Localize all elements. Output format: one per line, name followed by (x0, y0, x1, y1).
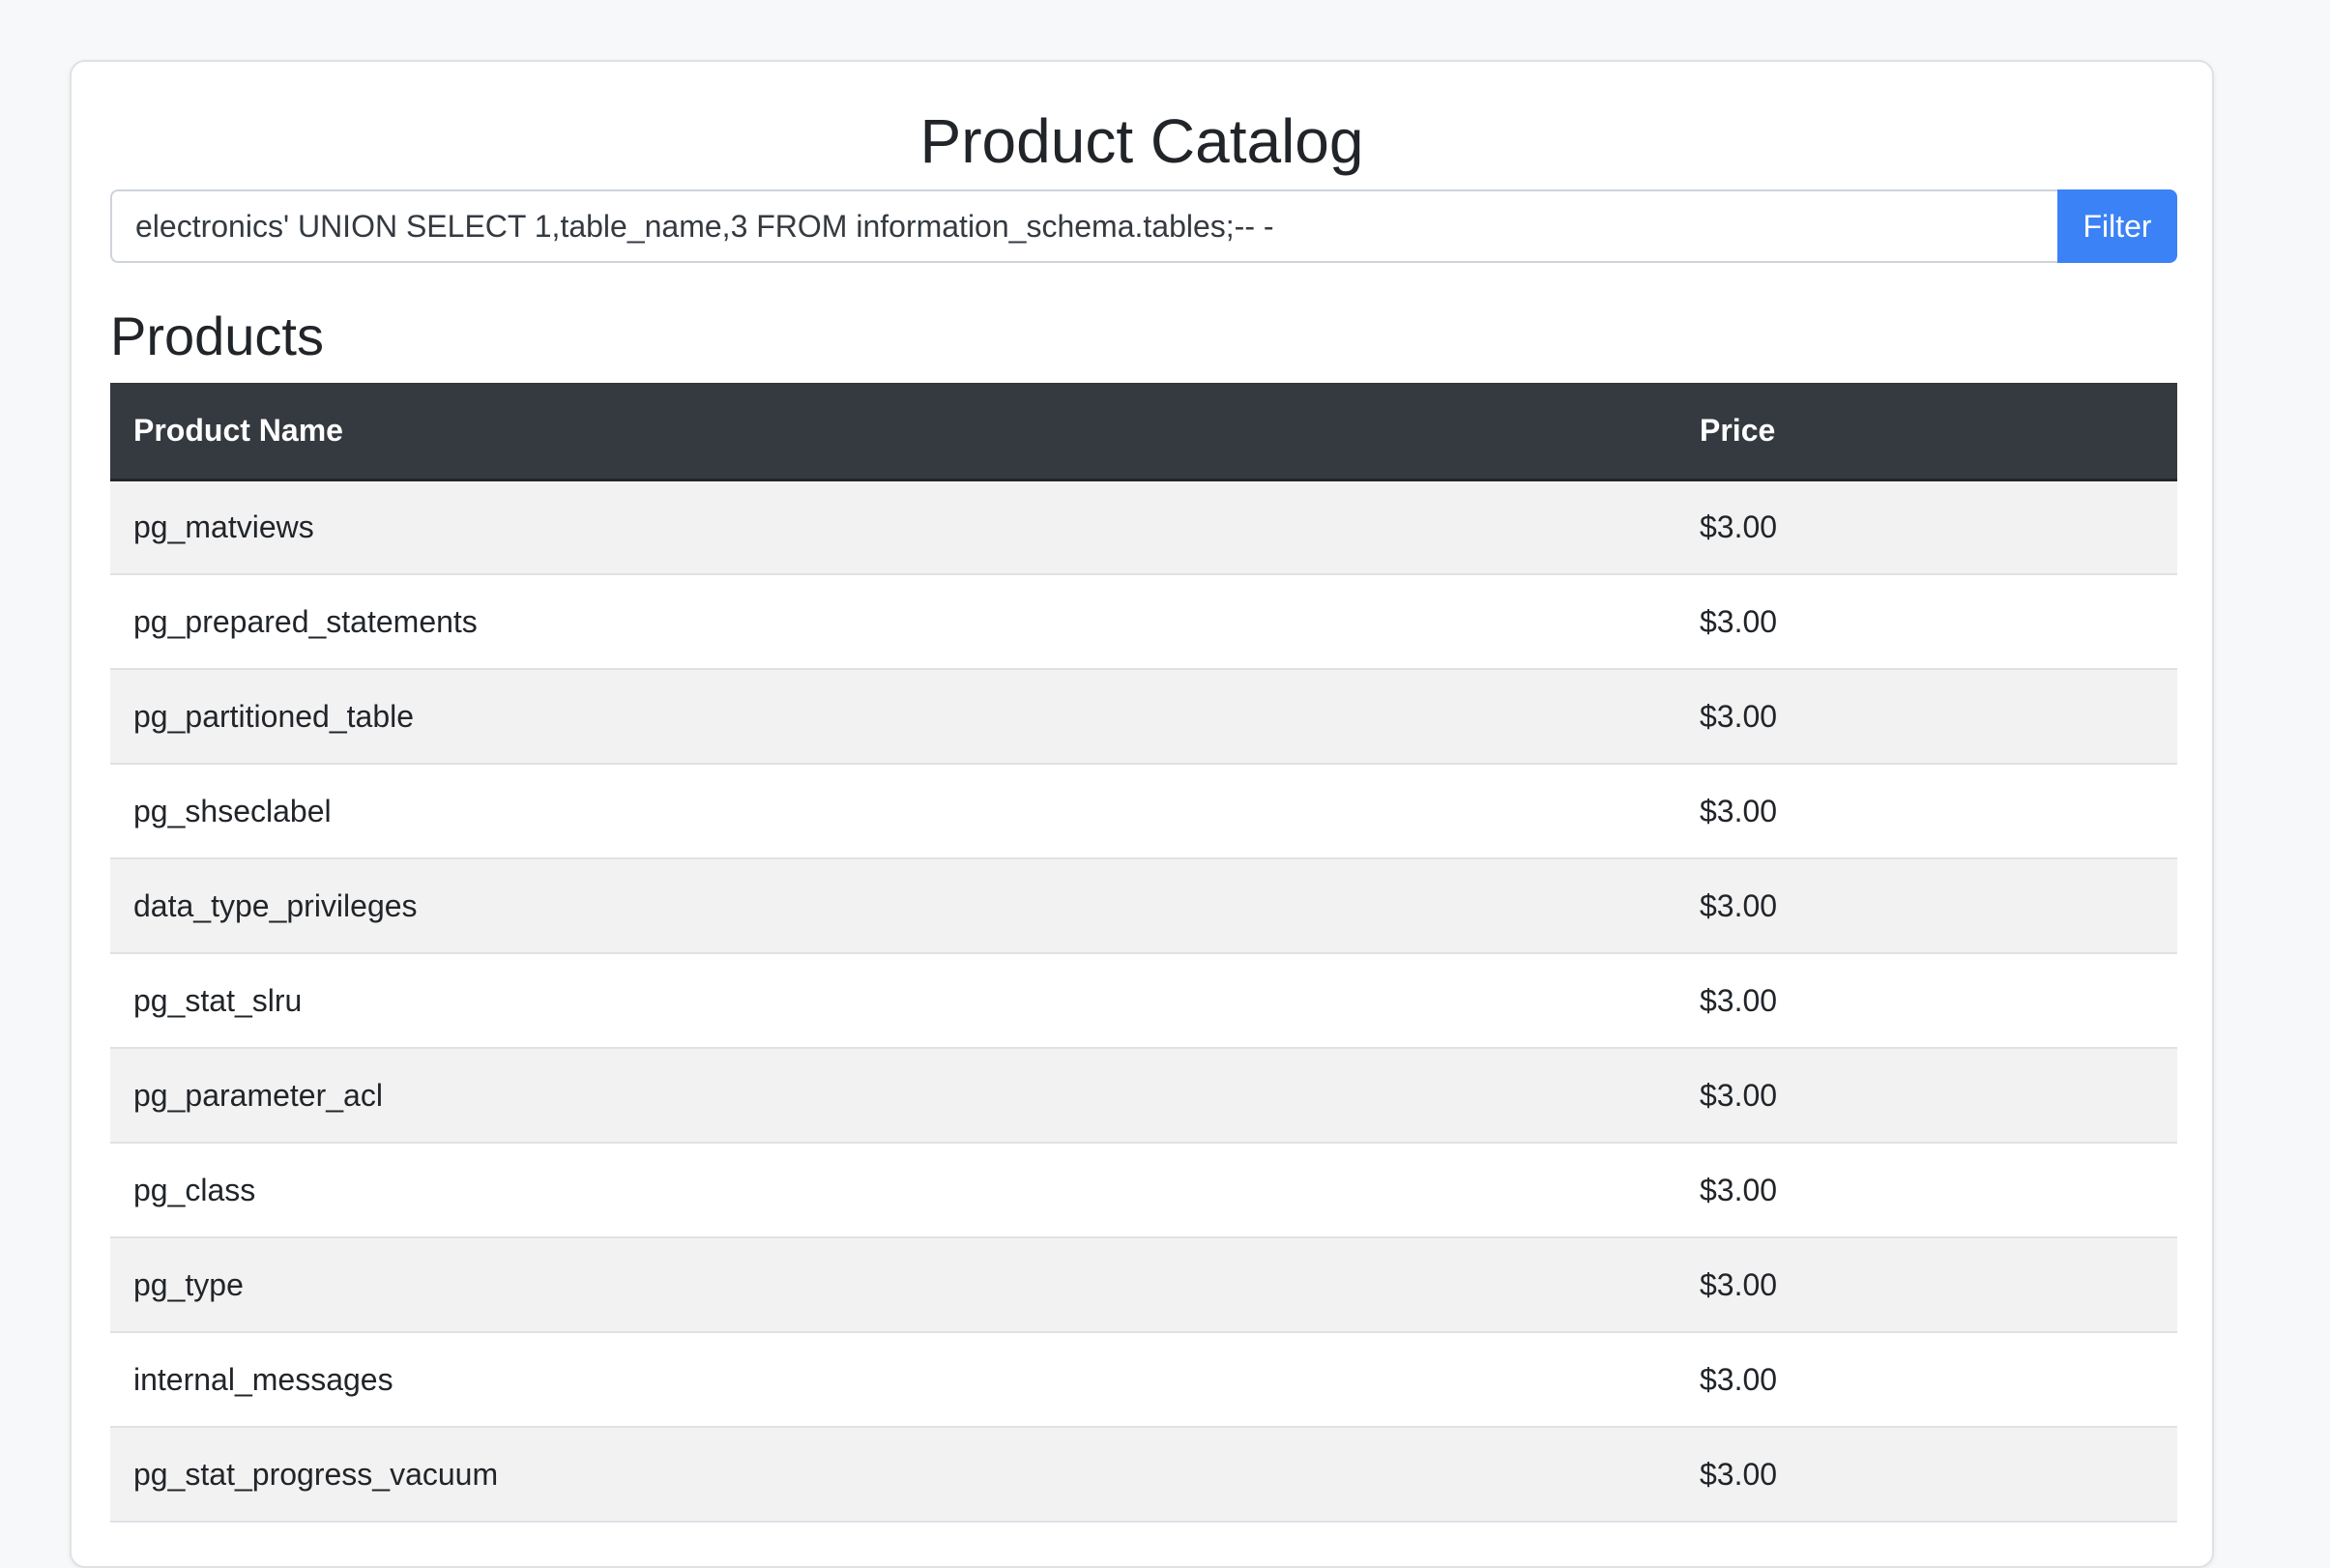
table-row: pg_parameter_acl $3.00 (110, 1048, 2177, 1144)
table-body: pg_matviews $3.00 pg_prepared_statements… (110, 479, 2177, 1523)
table-row: pg_partitioned_table $3.00 (110, 669, 2177, 765)
column-header-product-name: Product Name (110, 383, 1676, 481)
catalog-card: Product Catalog Filter Products Product … (70, 60, 2214, 1568)
table-row: pg_type $3.00 (110, 1237, 2177, 1333)
product-name-cell: pg_stat_progress_vacuum (110, 1427, 1676, 1523)
table-row: data_type_privileges $3.00 (110, 858, 2177, 954)
product-price-cell: $3.00 (1676, 1048, 2177, 1144)
table-row: pg_prepared_statements $3.00 (110, 574, 2177, 670)
product-name-cell: pg_shseclabel (110, 764, 1676, 859)
category-filter-input[interactable] (110, 189, 2057, 263)
product-name-cell: pg_partitioned_table (110, 669, 1676, 765)
page-title: Product Catalog (919, 106, 1364, 176)
product-name-cell: internal_messages (110, 1332, 1676, 1428)
table-row: pg_shseclabel $3.00 (110, 764, 2177, 859)
products-table: Product Name Price pg_matviews $3.00 pg_… (110, 383, 2177, 1523)
product-name-cell: pg_matviews (110, 479, 1676, 575)
product-price-cell: $3.00 (1676, 1332, 2177, 1428)
table-row: pg_stat_slru $3.00 (110, 953, 2177, 1049)
table-header: Product Name Price (110, 383, 2177, 481)
product-price-cell: $3.00 (1676, 764, 2177, 859)
product-price-cell: $3.00 (1676, 574, 2177, 670)
table-row: internal_messages $3.00 (110, 1332, 2177, 1428)
product-price-cell: $3.00 (1676, 858, 2177, 954)
products-heading: Products (110, 305, 324, 366)
product-price-cell: $3.00 (1676, 1143, 2177, 1238)
table-row: pg_matviews $3.00 (110, 479, 2177, 575)
table-row: pg_stat_progress_vacuum $3.00 (110, 1427, 2177, 1523)
product-name-cell: pg_type (110, 1237, 1676, 1333)
product-name-cell: pg_parameter_acl (110, 1048, 1676, 1144)
filter-form: Filter (110, 189, 2177, 263)
product-name-cell: pg_prepared_statements (110, 574, 1676, 670)
product-price-cell: $3.00 (1676, 953, 2177, 1049)
filter-button[interactable]: Filter (2057, 189, 2177, 263)
product-name-cell: pg_stat_slru (110, 953, 1676, 1049)
column-header-price: Price (1676, 383, 2177, 481)
product-price-cell: $3.00 (1676, 669, 2177, 765)
table-row: pg_class $3.00 (110, 1143, 2177, 1238)
product-price-cell: $3.00 (1676, 479, 2177, 575)
product-price-cell: $3.00 (1676, 1237, 2177, 1333)
product-price-cell: $3.00 (1676, 1427, 2177, 1523)
product-name-cell: pg_class (110, 1143, 1676, 1238)
product-name-cell: data_type_privileges (110, 858, 1676, 954)
table-header-row: Product Name Price (110, 383, 2177, 481)
